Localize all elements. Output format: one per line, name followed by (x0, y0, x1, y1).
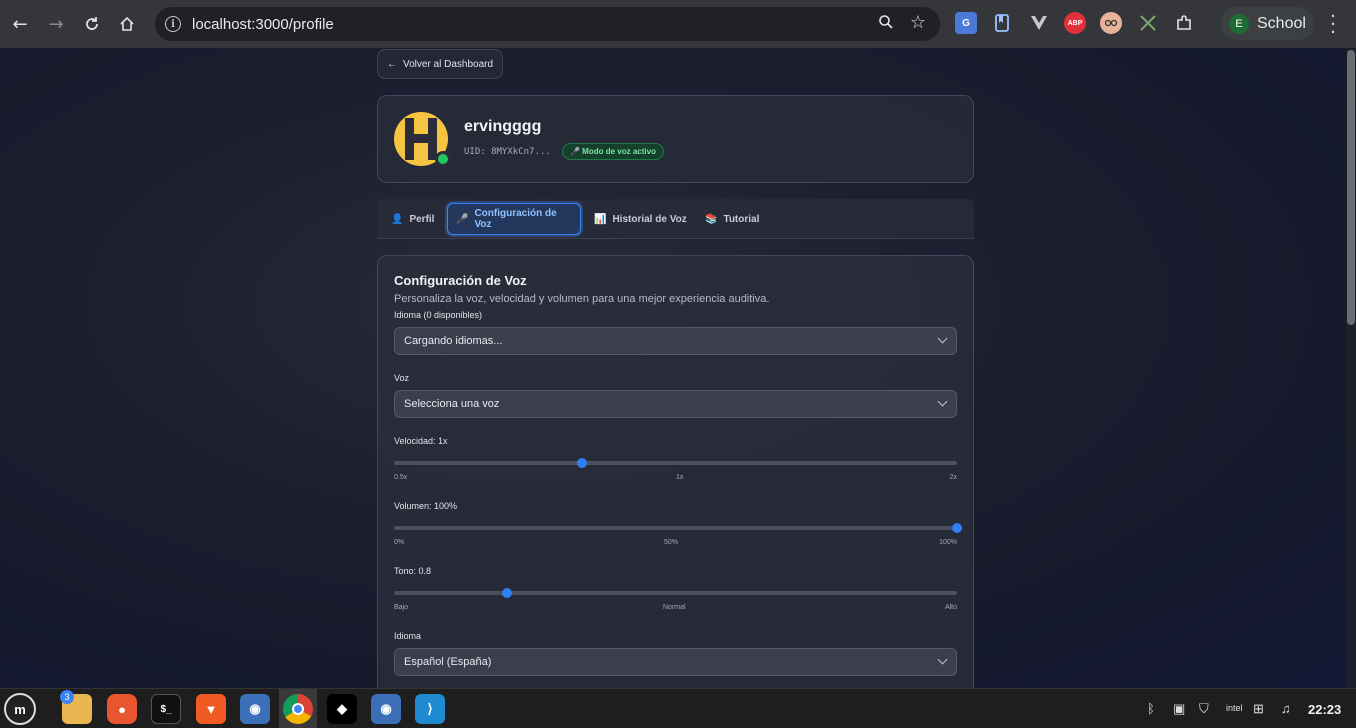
chevron-down-icon (937, 396, 948, 407)
avatar-extension-icon[interactable] (1100, 12, 1122, 34)
chrome-icon[interactable] (283, 694, 313, 724)
tab-label: Historial de Voz (612, 213, 687, 225)
browser-toolbar: ← → i localhost:3000/profile ☆ G ABP E S… (0, 0, 1356, 48)
profile-name: School (1257, 14, 1306, 32)
tab-perfil[interactable]: 👤 Perfil (383, 203, 442, 235)
address-bar[interactable]: i localhost:3000/profile ☆ (155, 7, 940, 41)
chrome-center-icon (292, 703, 304, 715)
vscode-icon[interactable]: ⟩ (415, 694, 445, 724)
voice-select-value: Selecciona una voz (404, 398, 500, 410)
speed-max-label: 2x (949, 474, 957, 481)
user-icon: 👤 (391, 213, 404, 225)
volume-slider[interactable] (394, 523, 962, 533)
pitch-min-label: Bajo (394, 604, 409, 611)
tab-tutorial[interactable]: 📚 Tutorial (697, 203, 767, 235)
home-icon[interactable] (111, 8, 143, 40)
tab-historial-de-voz[interactable]: 📊 Historial de Voz (586, 203, 695, 235)
profile-avatar: E (1229, 13, 1249, 34)
arrow-left-icon: ← (386, 58, 397, 70)
tab-configuracion-de-voz[interactable]: 🎤 Configuración de Voz (447, 203, 581, 235)
voice-label: Voz (394, 373, 410, 383)
camera-app-icon[interactable]: ◉ (371, 694, 401, 724)
puzzle-icon[interactable] (1173, 12, 1195, 34)
tab-label: Perfil (409, 213, 435, 225)
username: ervingggg (464, 118, 542, 135)
music-note-icon[interactable]: ♫ (1281, 701, 1291, 716)
taskbar: m 3 ● $_ ▼ ◉ ◆ ◉ ⟩ ᛒ ▣ ⛉ intel ⊞ ♫ 22:23 (0, 688, 1356, 728)
clock[interactable]: 22:23 (1308, 702, 1341, 717)
idioma-label: Idioma (394, 631, 422, 641)
language-label: Idioma (0 disponibles) (394, 310, 483, 320)
url-text: localhost:3000/profile (192, 15, 334, 33)
volume-slider-thumb[interactable] (952, 523, 962, 533)
site-info-icon[interactable]: i (165, 16, 181, 32)
profile-card: ervingggg UID: 8MYXkCn7... 🎤 Modo de voz… (377, 95, 974, 183)
volume-min-label: 0% (394, 539, 405, 546)
speed-min-label: 0.5x (394, 474, 408, 481)
language-select[interactable]: Cargando idiomas... (394, 327, 957, 355)
abp-label: ABP (1067, 19, 1083, 27)
zoom-icon[interactable] (878, 14, 894, 34)
mint-menu-icon[interactable]: m (4, 693, 36, 725)
volume-label: Volumen: 100% (394, 501, 458, 511)
vue-devtools-icon[interactable] (1028, 12, 1050, 34)
speed-label: Velocidad: 1x (394, 436, 448, 446)
chart-icon: 📊 (594, 213, 607, 225)
volume-max-label: 100% (939, 539, 957, 546)
user-uid: UID: 8MYXkCn7... (464, 147, 551, 157)
back-to-dashboard-button[interactable]: ← Volver al Dashboard (377, 49, 503, 79)
brave-icon[interactable]: ▼ (196, 694, 226, 724)
reload-icon[interactable] (76, 8, 108, 40)
idioma-select[interactable]: Español (España) (394, 648, 957, 676)
bookmark-star-icon[interactable]: ☆ (910, 12, 926, 33)
idioma-select-value: Español (España) (404, 656, 492, 668)
bluetooth-icon[interactable]: ᛒ (1147, 701, 1155, 716)
pitch-mid-label: Normal (663, 604, 686, 611)
files-badge: 3 (60, 690, 74, 704)
back-arrow-icon[interactable]: ← (4, 8, 36, 40)
google-translate-icon[interactable]: G (955, 12, 977, 34)
scrollbar-thumb[interactable] (1347, 50, 1355, 325)
settings-title: Configuración de Voz (394, 273, 527, 288)
shield-icon[interactable]: ⛉ (1199, 701, 1209, 717)
pitch-label: Tono: 0.8 (394, 566, 432, 576)
voice-settings-card: Configuración de Voz Personaliza la voz,… (377, 255, 974, 688)
intel-icon[interactable]: intel (1226, 703, 1243, 713)
chevron-down-icon (937, 333, 948, 344)
pitch-slider-thumb[interactable] (501, 588, 512, 598)
speed-mid-label: 1x (676, 474, 684, 481)
page-viewport: ← Volver al Dashboard ervingggg UID: 8MY… (0, 48, 1356, 688)
settings-subtitle: Personaliza la voz, velocidad y volumen … (394, 293, 770, 305)
network-icon[interactable]: ⊞ (1253, 701, 1264, 717)
forward-arrow-icon[interactable]: → (40, 8, 72, 40)
screenshot-icon[interactable]: ◉ (240, 694, 270, 724)
profile-chip[interactable]: E School (1220, 7, 1314, 40)
tab-label: Tutorial (723, 213, 760, 225)
terminal-icon[interactable]: $_ (151, 694, 181, 724)
language-select-value: Cargando idiomas... (404, 335, 503, 347)
back-button-label: Volver al Dashboard (402, 58, 494, 70)
microphone-icon: 🎤 (456, 213, 469, 225)
bookmark-icon[interactable] (991, 12, 1013, 34)
firefox-icon[interactable]: ● (107, 694, 137, 724)
clipboard-icon[interactable]: ▣ (1173, 701, 1185, 717)
cube-app-icon[interactable]: ◆ (327, 694, 357, 724)
voice-select[interactable]: Selecciona una voz (394, 390, 957, 418)
kebab-menu-icon[interactable]: · · · (1326, 8, 1340, 42)
adblock-plus-icon[interactable]: ABP (1064, 12, 1086, 34)
volume-mid-label: 50% (664, 539, 679, 546)
online-status-dot (435, 151, 451, 167)
speed-slider-thumb[interactable] (576, 458, 587, 468)
chevron-down-icon (937, 654, 948, 665)
speed-slider[interactable] (394, 458, 957, 468)
tab-label: Configuración de Voz (474, 208, 557, 230)
code-extension-icon[interactable] (1137, 12, 1159, 34)
books-icon: 📚 (705, 213, 718, 225)
voice-mode-badge: 🎤 Modo de voz activo (562, 143, 664, 160)
profile-tabs: 👤 Perfil 🎤 Configuración de Voz 📊 Histor… (377, 199, 974, 239)
pitch-slider[interactable] (394, 588, 957, 598)
pitch-max-label: Alto (944, 604, 957, 611)
